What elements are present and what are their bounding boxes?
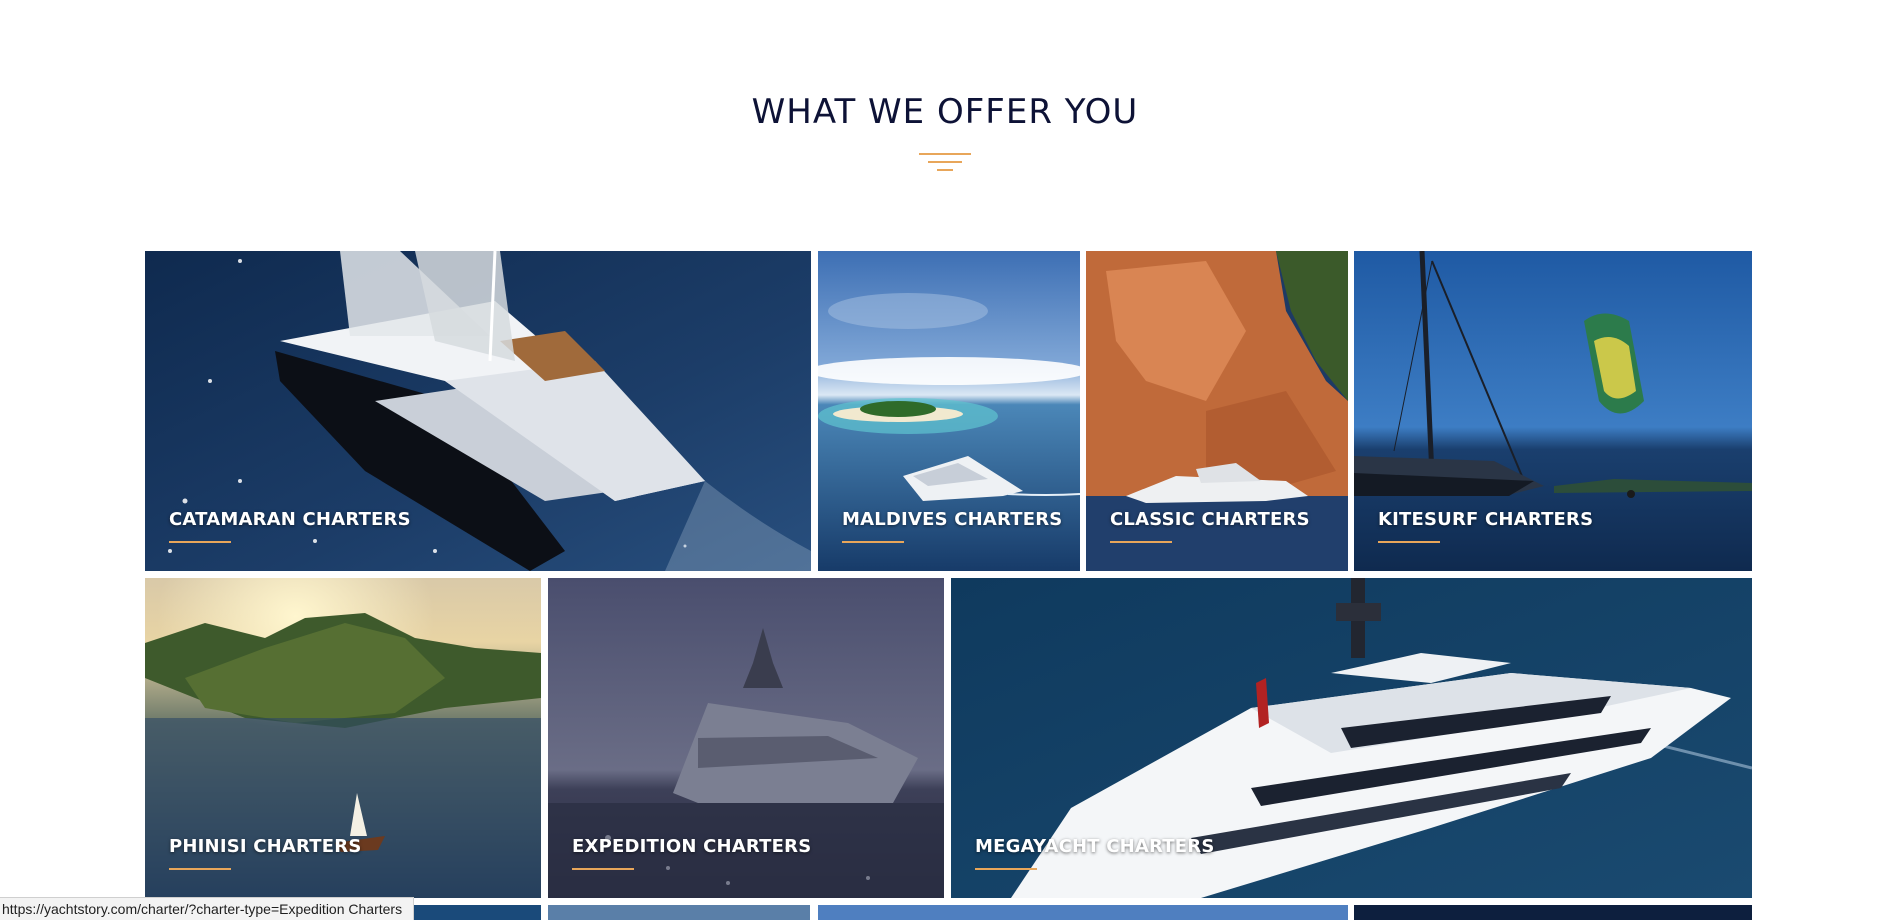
tile-kitesurf-charters[interactable]: KITESURF CHARTERS — [1354, 251, 1752, 571]
tile-label: MALDIVES CHARTERS — [842, 509, 1063, 530]
tile-underline — [1110, 541, 1172, 543]
tile-classic-charters[interactable]: CLASSIC CHARTERS — [1086, 251, 1348, 571]
section-title: WHAT WE OFFER YOU — [751, 92, 1139, 132]
tile-underline — [842, 541, 904, 543]
tile-label: CLASSIC CHARTERS — [1110, 509, 1310, 530]
tile-megayacht-charters[interactable]: MEGAYACHT CHARTERS — [951, 578, 1752, 898]
tile-underline — [169, 541, 231, 543]
tile-maldives-charters[interactable]: MALDIVES CHARTERS — [818, 251, 1080, 571]
tile-row3-2[interactable] — [548, 905, 810, 920]
tile-underline — [1378, 541, 1440, 543]
status-bar-url: https://yachtstory.com/charter/?charter-… — [0, 897, 415, 920]
tile-row3-4[interactable] — [1354, 905, 1752, 920]
tile-label: MEGAYACHT CHARTERS — [975, 836, 1215, 857]
tile-label: KITESURF CHARTERS — [1378, 509, 1594, 530]
tile-phinisi-charters[interactable]: PHINISI CHARTERS — [145, 578, 541, 898]
tile-underline — [572, 868, 634, 870]
tile-label: CATAMARAN CHARTERS — [169, 509, 411, 530]
tile-label: PHINISI CHARTERS — [169, 836, 362, 857]
tile-row3-3[interactable] — [818, 905, 1348, 920]
tile-label: EXPEDITION CHARTERS — [572, 836, 812, 857]
tile-underline — [169, 868, 231, 870]
title-divider-ornament — [919, 153, 971, 177]
tile-expedition-charters[interactable]: EXPEDITION CHARTERS — [548, 578, 944, 898]
tile-underline — [975, 868, 1037, 870]
tile-catamaran-charters[interactable]: CATAMARAN CHARTERS — [145, 251, 811, 571]
